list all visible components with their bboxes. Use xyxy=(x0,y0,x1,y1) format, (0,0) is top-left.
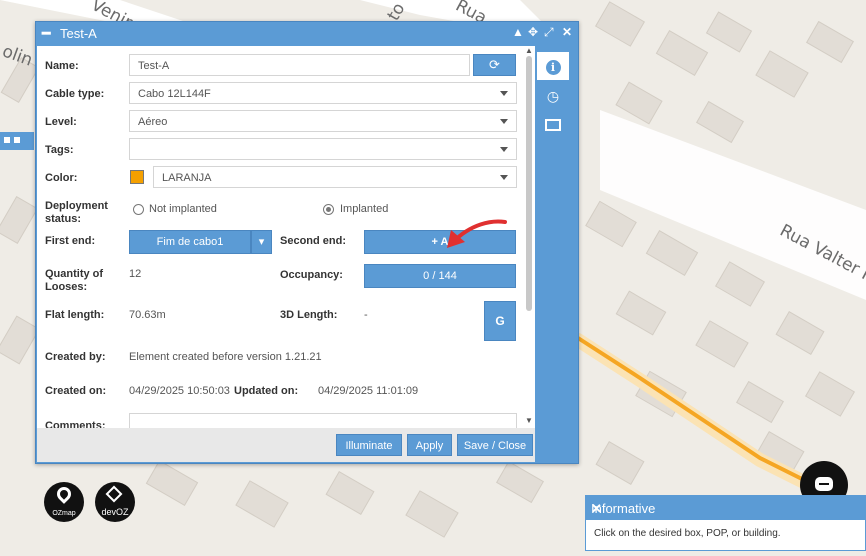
image-icon xyxy=(545,119,561,132)
google-button[interactable]: G xyxy=(484,301,516,341)
color-swatch[interactable] xyxy=(130,170,144,184)
dialog-titlebar[interactable]: ━ Test-A ▲ ✥ ⤢ ✕ xyxy=(36,22,578,46)
flat-length-value: 70.63m xyxy=(129,309,166,321)
ozmap-logo-text: OZmap xyxy=(52,510,76,517)
first-end-value: Fim de cabo1 xyxy=(156,236,224,248)
scroll-thumb[interactable] xyxy=(526,56,532,311)
map-pin-icon xyxy=(54,484,74,504)
name-input-value: Test-A xyxy=(138,60,170,72)
level-label: Level: xyxy=(45,116,77,128)
collapse-icon[interactable]: ▲ xyxy=(512,25,524,39)
devoz-logo-text: devOZ xyxy=(101,507,129,517)
comments-label: Comments: xyxy=(45,420,106,428)
chevron-down-icon xyxy=(500,119,508,124)
illuminate-button[interactable]: Illuminate xyxy=(336,434,402,456)
info-icon: i xyxy=(545,60,561,75)
created-on-label: Created on: xyxy=(45,385,107,397)
cable-type-label: Cable type: xyxy=(45,88,105,100)
comments-textarea[interactable] xyxy=(129,413,517,428)
occupancy-button[interactable]: 0 / 144 xyxy=(364,264,516,288)
first-end-label: First end: xyxy=(45,235,96,247)
save-close-button[interactable]: Save / Close xyxy=(457,434,533,456)
created-by-value: Element created before version 1.21.21 xyxy=(129,351,322,363)
length-3d-label: 3D Length: xyxy=(280,309,338,321)
radio-implanted-label: Implanted xyxy=(340,203,389,215)
tab-images[interactable] xyxy=(537,110,569,138)
informative-message: Click on the desired box, POP, or buildi… xyxy=(594,528,781,539)
radio-not-implanted-label: Not implanted xyxy=(149,203,217,215)
occupancy-label: Occupancy: xyxy=(280,269,343,281)
g-label: G xyxy=(495,314,505,328)
tags-select[interactable] xyxy=(129,138,517,160)
chevron-down-icon xyxy=(500,91,508,96)
apply-button[interactable]: Apply xyxy=(407,434,452,456)
chevron-down-icon xyxy=(500,147,508,152)
dialog-footer: Illuminate Apply Save / Close xyxy=(37,428,535,462)
expand-icon[interactable]: ⤢ xyxy=(544,25,554,40)
updated-on-value: 04/29/2025 11:01:09 xyxy=(318,385,419,397)
cable-dialog: ━ Test-A ▲ ✥ ⤢ ✕ Name: Test-A ⟳ Cable ty… xyxy=(35,21,579,464)
tab-info[interactable]: i xyxy=(537,52,569,80)
dialog-title: Test-A xyxy=(60,26,97,41)
level-value: Aéreo xyxy=(138,116,168,128)
caret-down-icon: ▾ xyxy=(258,236,265,248)
cable-type-select[interactable]: Cabo 12L144F xyxy=(129,82,517,104)
color-value: LARANJA xyxy=(162,172,212,184)
informative-panel: Informative ✕ Click on the desired box, … xyxy=(585,495,866,551)
clock-icon: ◷ xyxy=(546,88,560,104)
ozmap-logo[interactable]: OZmap xyxy=(44,482,84,522)
dialog-body: Name: Test-A ⟳ Cable type: Cabo 12L144F … xyxy=(37,46,535,428)
chat-icon-line xyxy=(819,483,829,485)
close-icon[interactable]: ✕ xyxy=(562,25,572,39)
quantity-label: Quantity of Looses: xyxy=(45,268,104,293)
move-icon[interactable]: ✥ xyxy=(528,25,538,39)
level-select[interactable]: Aéreo xyxy=(129,110,517,132)
first-end-button[interactable]: Fim de cabo1 xyxy=(129,230,251,254)
quantity-value: 12 xyxy=(129,268,142,280)
devoz-logo[interactable]: devOZ xyxy=(95,482,135,522)
dialog-scrollbar[interactable]: ▲ ▼ xyxy=(525,46,533,426)
flat-length-label: Flat length: xyxy=(45,309,105,321)
cable-type-value: Cabo 12L144F xyxy=(138,88,211,100)
radio-implanted[interactable] xyxy=(323,204,334,215)
chevron-down-icon xyxy=(500,175,508,180)
refresh-button[interactable]: ⟳ xyxy=(473,54,516,76)
close-icon[interactable]: ✕ xyxy=(591,501,860,517)
scroll-down-icon[interactable]: ▼ xyxy=(525,416,533,425)
color-label: Color: xyxy=(45,172,78,184)
created-on-value: 04/29/2025 10:50:03 xyxy=(129,385,230,397)
informative-header: Informative ✕ xyxy=(586,496,865,520)
tab-history[interactable]: ◷ xyxy=(537,82,569,110)
name-input[interactable]: Test-A xyxy=(129,54,470,76)
refresh-icon: ⟳ xyxy=(489,57,500,72)
first-end-dropdown[interactable]: ▾ xyxy=(251,230,272,254)
created-by-label: Created by: xyxy=(45,351,106,363)
occupancy-value: 0 / 144 xyxy=(423,270,457,282)
name-label: Name: xyxy=(45,60,79,72)
minimize-icon[interactable]: ━ xyxy=(42,25,50,42)
updated-on-label: Updated on: xyxy=(234,385,299,397)
scroll-up-icon[interactable]: ▲ xyxy=(525,46,533,55)
cube-icon xyxy=(105,485,123,503)
second-end-label: Second end: xyxy=(280,235,347,247)
radio-not-implanted[interactable] xyxy=(133,204,144,215)
color-select[interactable]: LARANJA xyxy=(153,166,517,188)
deployment-label: Deployment status: xyxy=(45,200,108,225)
side-tabs: i ◷ xyxy=(537,46,577,428)
length-3d-value: - xyxy=(364,309,368,321)
red-arrow-annotation xyxy=(447,219,507,248)
tags-label: Tags: xyxy=(45,144,74,156)
